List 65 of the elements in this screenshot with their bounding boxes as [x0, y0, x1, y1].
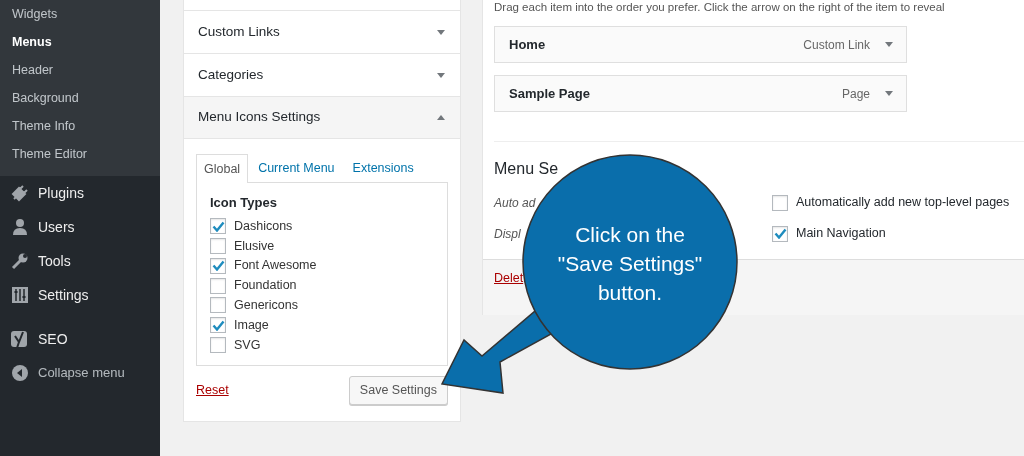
checkbox-label: Image	[234, 316, 269, 334]
instructions-text: Drag each item into the order you prefer. Click the arrow on the right of the item to reveal	[494, 0, 946, 14]
setting-label: Displ	[494, 226, 521, 241]
menu-item-bar[interactable]: Sample Page Page	[494, 75, 907, 112]
accordion-header[interactable]: Custom Links	[184, 10, 460, 53]
check-icon	[773, 228, 787, 239]
save-settings-button[interactable]: Save Settings	[348, 375, 448, 405]
group-title: Icon Types	[210, 193, 278, 212]
checkbox-label: Elusive	[234, 237, 275, 255]
menu-item-type: Page	[841, 85, 870, 103]
expand-arrow-icon	[884, 90, 894, 97]
check-icon	[211, 220, 225, 232]
sidebar-item[interactable]: SEO	[0, 322, 160, 356]
checkbox[interactable]	[210, 277, 226, 294]
reset-link[interactable]: Reset	[196, 380, 229, 400]
checkbox[interactable]	[772, 225, 788, 242]
collapse-icon	[10, 363, 30, 383]
tab[interactable]: Extensions	[344, 154, 422, 182]
expand-arrow-icon	[884, 41, 894, 48]
wrench-icon	[10, 251, 30, 271]
submenu-item[interactable]: Menus	[0, 28, 160, 56]
checkbox-label: Foundation	[234, 277, 297, 295]
check-icon	[211, 319, 225, 331]
submenu-item[interactable]: Widgets	[0, 0, 160, 28]
expand-arrow-icon	[436, 71, 446, 79]
plug-icon	[10, 183, 30, 203]
checkbox[interactable]	[210, 336, 226, 353]
expand-arrow-icon	[436, 28, 446, 36]
submenu-item[interactable]: Header	[0, 56, 160, 84]
sidebar-item[interactable]: Users	[0, 210, 160, 244]
menu-item-type: Custom Link	[803, 36, 870, 54]
checkbox-label: Dashicons	[234, 217, 293, 235]
submenu-item[interactable]: Background	[0, 84, 160, 112]
sidebar-item[interactable]: Tools	[0, 244, 160, 278]
checkbox-label: Font Awesome	[234, 257, 317, 275]
sidebar-item[interactable]: Plugins	[0, 176, 160, 210]
checkbox[interactable]	[772, 194, 788, 211]
checkbox[interactable]	[210, 218, 226, 235]
checkbox-label: Automatically add new top-level pages	[796, 194, 1010, 212]
section-heading: Menu Se	[494, 159, 560, 179]
check-icon	[211, 260, 225, 272]
checkbox[interactable]	[210, 317, 226, 334]
accordion-header[interactable]: Menu Icons Settings	[184, 96, 460, 139]
callout-text: Click on the "Save Settings" button.	[556, 222, 704, 306]
menu-item-bar[interactable]: Home Custom Link	[494, 26, 907, 63]
tab[interactable]: Global	[196, 154, 249, 183]
sidebar-item[interactable]: Settings	[0, 278, 160, 312]
collapse-arrow-icon	[436, 114, 446, 121]
checkbox[interactable]	[210, 257, 226, 274]
submenu-item[interactable]: Theme Editor	[0, 140, 160, 168]
submenu-item[interactable]: Theme Info	[0, 112, 160, 140]
setting-label: Auto ad	[494, 195, 536, 210]
sidebar-item[interactable]: Collapse menu	[0, 356, 160, 390]
checkbox-label: Main Navigation	[796, 225, 886, 243]
checkbox-label: SVG	[234, 336, 261, 354]
menu-item-title: Home	[509, 35, 547, 54]
sliders-icon	[10, 285, 30, 305]
checkbox[interactable]	[210, 297, 226, 314]
menu-item-title: Sample Page	[509, 84, 591, 103]
user-icon	[10, 217, 30, 237]
delete-link[interactable]: Delet	[494, 271, 524, 285]
y-logo-icon	[10, 329, 30, 349]
checkbox[interactable]	[210, 237, 226, 254]
tab[interactable]: Current Menu	[250, 154, 343, 182]
checkbox-label: Genericons	[234, 296, 298, 314]
